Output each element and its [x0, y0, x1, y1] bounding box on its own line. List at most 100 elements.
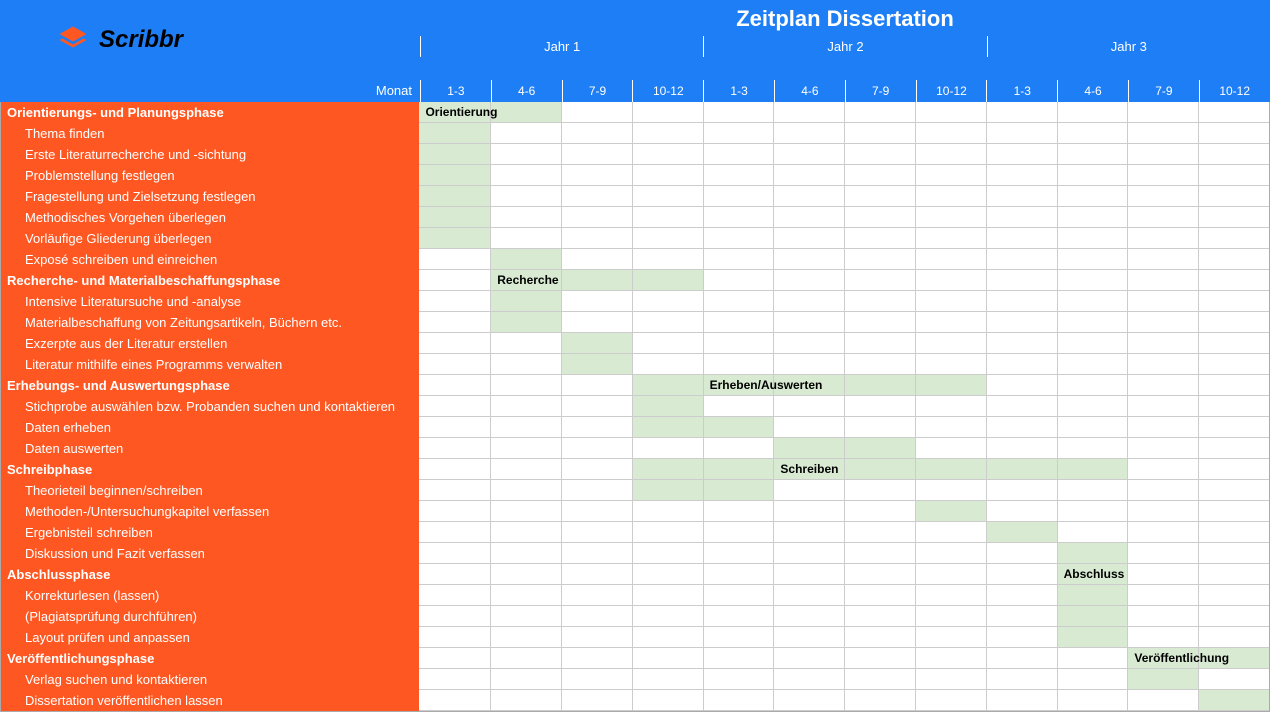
gantt-cell — [915, 480, 986, 501]
gantt-cell — [1127, 585, 1198, 606]
gantt-cell — [844, 207, 915, 228]
gantt-row — [419, 312, 1269, 333]
gantt-cell — [986, 459, 1057, 480]
gantt-cell — [1127, 627, 1198, 648]
gantt-cell — [419, 690, 490, 711]
gantt-cell — [844, 396, 915, 417]
gantt-cell — [490, 480, 561, 501]
month-header: 1-3 — [986, 80, 1057, 102]
gantt-cell — [773, 522, 844, 543]
gantt-cell — [1127, 501, 1198, 522]
gantt-cell — [561, 333, 632, 354]
gantt-cell — [915, 543, 986, 564]
gantt-cell — [915, 669, 986, 690]
gantt-cell — [1198, 144, 1269, 165]
gantt-cell — [632, 375, 703, 396]
gantt-row — [419, 585, 1269, 606]
gantt-cell — [1057, 501, 1128, 522]
gantt-cell — [1057, 165, 1128, 186]
gantt-cell — [773, 606, 844, 627]
gantt-cell — [561, 165, 632, 186]
header: Scribbr Zeitplan Dissertation Jahr 1Jahr… — [0, 0, 1270, 80]
gantt-cell — [632, 165, 703, 186]
month-header: 1-3 — [420, 80, 491, 102]
gantt-cell — [561, 144, 632, 165]
gantt-cell — [1127, 312, 1198, 333]
gantt-cell — [915, 291, 986, 312]
gantt-cell — [703, 207, 774, 228]
gantt-cell — [986, 228, 1057, 249]
gantt-cell — [915, 375, 986, 396]
gantt-cell: Abschluss — [1057, 564, 1128, 585]
gantt-cell — [632, 228, 703, 249]
gantt-cell — [1198, 291, 1269, 312]
year-header: Jahr 3 — [987, 36, 1270, 57]
gantt-cell — [561, 354, 632, 375]
gantt-cell — [632, 564, 703, 585]
task-label: Verlag suchen und kontaktieren — [1, 669, 419, 690]
gantt-cell — [490, 690, 561, 711]
gantt-row — [419, 543, 1269, 564]
gantt-cell — [915, 270, 986, 291]
gantt-cell — [703, 585, 774, 606]
gantt-cell — [844, 333, 915, 354]
gantt-cell: Erheben/Auswerten — [703, 375, 774, 396]
gantt-row: Erheben/Auswerten — [419, 375, 1269, 396]
gantt-cell — [773, 396, 844, 417]
gantt-cell — [1127, 249, 1198, 270]
gantt-cell — [986, 123, 1057, 144]
gantt-cell — [773, 228, 844, 249]
gantt-cell — [915, 417, 986, 438]
task-label: Methoden-/Untersuchungkapitel verfassen — [1, 501, 419, 522]
gantt-cell — [1198, 585, 1269, 606]
gantt-cell — [1198, 312, 1269, 333]
gantt-cell — [986, 102, 1057, 123]
gantt-cell — [1198, 333, 1269, 354]
gantt-cell — [561, 417, 632, 438]
gantt-cell — [490, 543, 561, 564]
gantt-cell — [1057, 186, 1128, 207]
gantt-cell — [561, 228, 632, 249]
phase-bar-label: Schreiben — [774, 459, 838, 480]
task-label: Materialbeschaffung von Zeitungsartikeln… — [1, 312, 419, 333]
gantt-cell — [1057, 522, 1128, 543]
gantt-cell — [915, 249, 986, 270]
gantt-cell — [1198, 564, 1269, 585]
gantt-row: Schreiben — [419, 459, 1269, 480]
gantt-cell: Schreiben — [773, 459, 844, 480]
gantt-cell — [1127, 669, 1198, 690]
gantt-cell — [419, 207, 490, 228]
gantt-cell — [986, 501, 1057, 522]
task-label: Erste Literaturrecherche und -sichtung — [1, 144, 419, 165]
gantt-cell — [632, 648, 703, 669]
gantt-cell — [986, 438, 1057, 459]
gantt-cell — [703, 102, 774, 123]
gantt-cell — [1127, 417, 1198, 438]
gantt-row: Veröffentlichung — [419, 648, 1269, 669]
gantt-cell — [1198, 543, 1269, 564]
gantt-row — [419, 165, 1269, 186]
gantt-cell — [773, 585, 844, 606]
gantt-cell — [773, 123, 844, 144]
gantt-cell — [561, 648, 632, 669]
gantt-cell — [561, 249, 632, 270]
gantt-cell — [1057, 333, 1128, 354]
gantt-row — [419, 501, 1269, 522]
gantt-cell — [986, 396, 1057, 417]
gantt-row — [419, 354, 1269, 375]
gantt-cell — [844, 501, 915, 522]
gantt-cell — [490, 186, 561, 207]
gantt-cell — [773, 207, 844, 228]
gantt-cell — [703, 144, 774, 165]
gantt-cell — [844, 291, 915, 312]
gantt-cell — [915, 564, 986, 585]
gantt-cell — [986, 585, 1057, 606]
gantt-cell — [1198, 438, 1269, 459]
gantt-cell — [1198, 354, 1269, 375]
gantt-cell — [490, 396, 561, 417]
gantt-cell — [490, 606, 561, 627]
gantt-cell — [773, 270, 844, 291]
gantt-cell — [1057, 438, 1128, 459]
gantt-cell — [703, 669, 774, 690]
gantt-cell — [632, 396, 703, 417]
